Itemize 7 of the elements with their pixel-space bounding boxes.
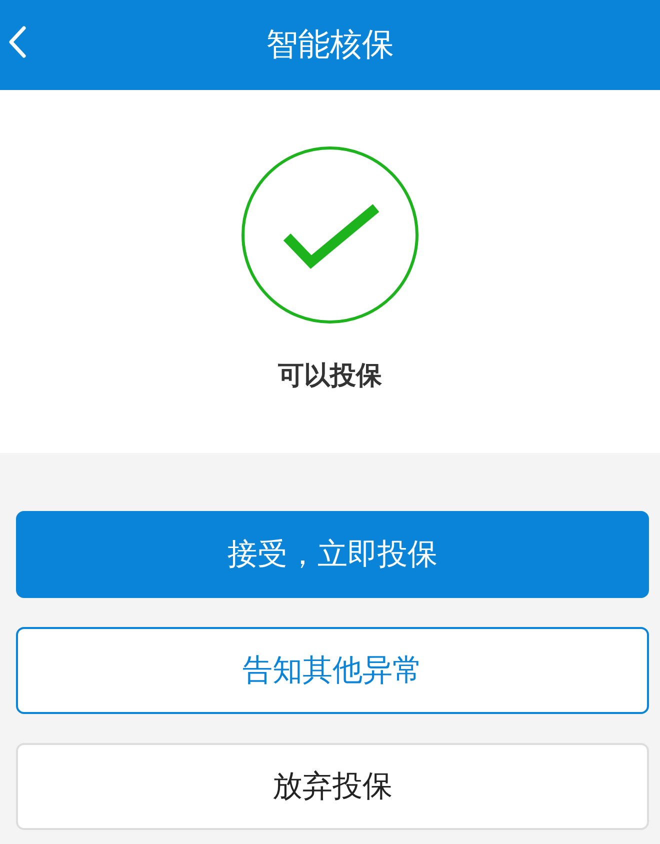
action-button[interactable]: 放弃投保 — [16, 743, 649, 830]
back-icon[interactable] — [6, 25, 28, 59]
action-button[interactable]: 告知其他异常 — [16, 627, 649, 714]
result-message: 可以投保 — [278, 360, 382, 393]
checkmark-icon — [241, 146, 419, 324]
action-button[interactable]: 接受，立即投保 — [16, 511, 649, 598]
page-title: 智能核保 — [266, 24, 394, 65]
